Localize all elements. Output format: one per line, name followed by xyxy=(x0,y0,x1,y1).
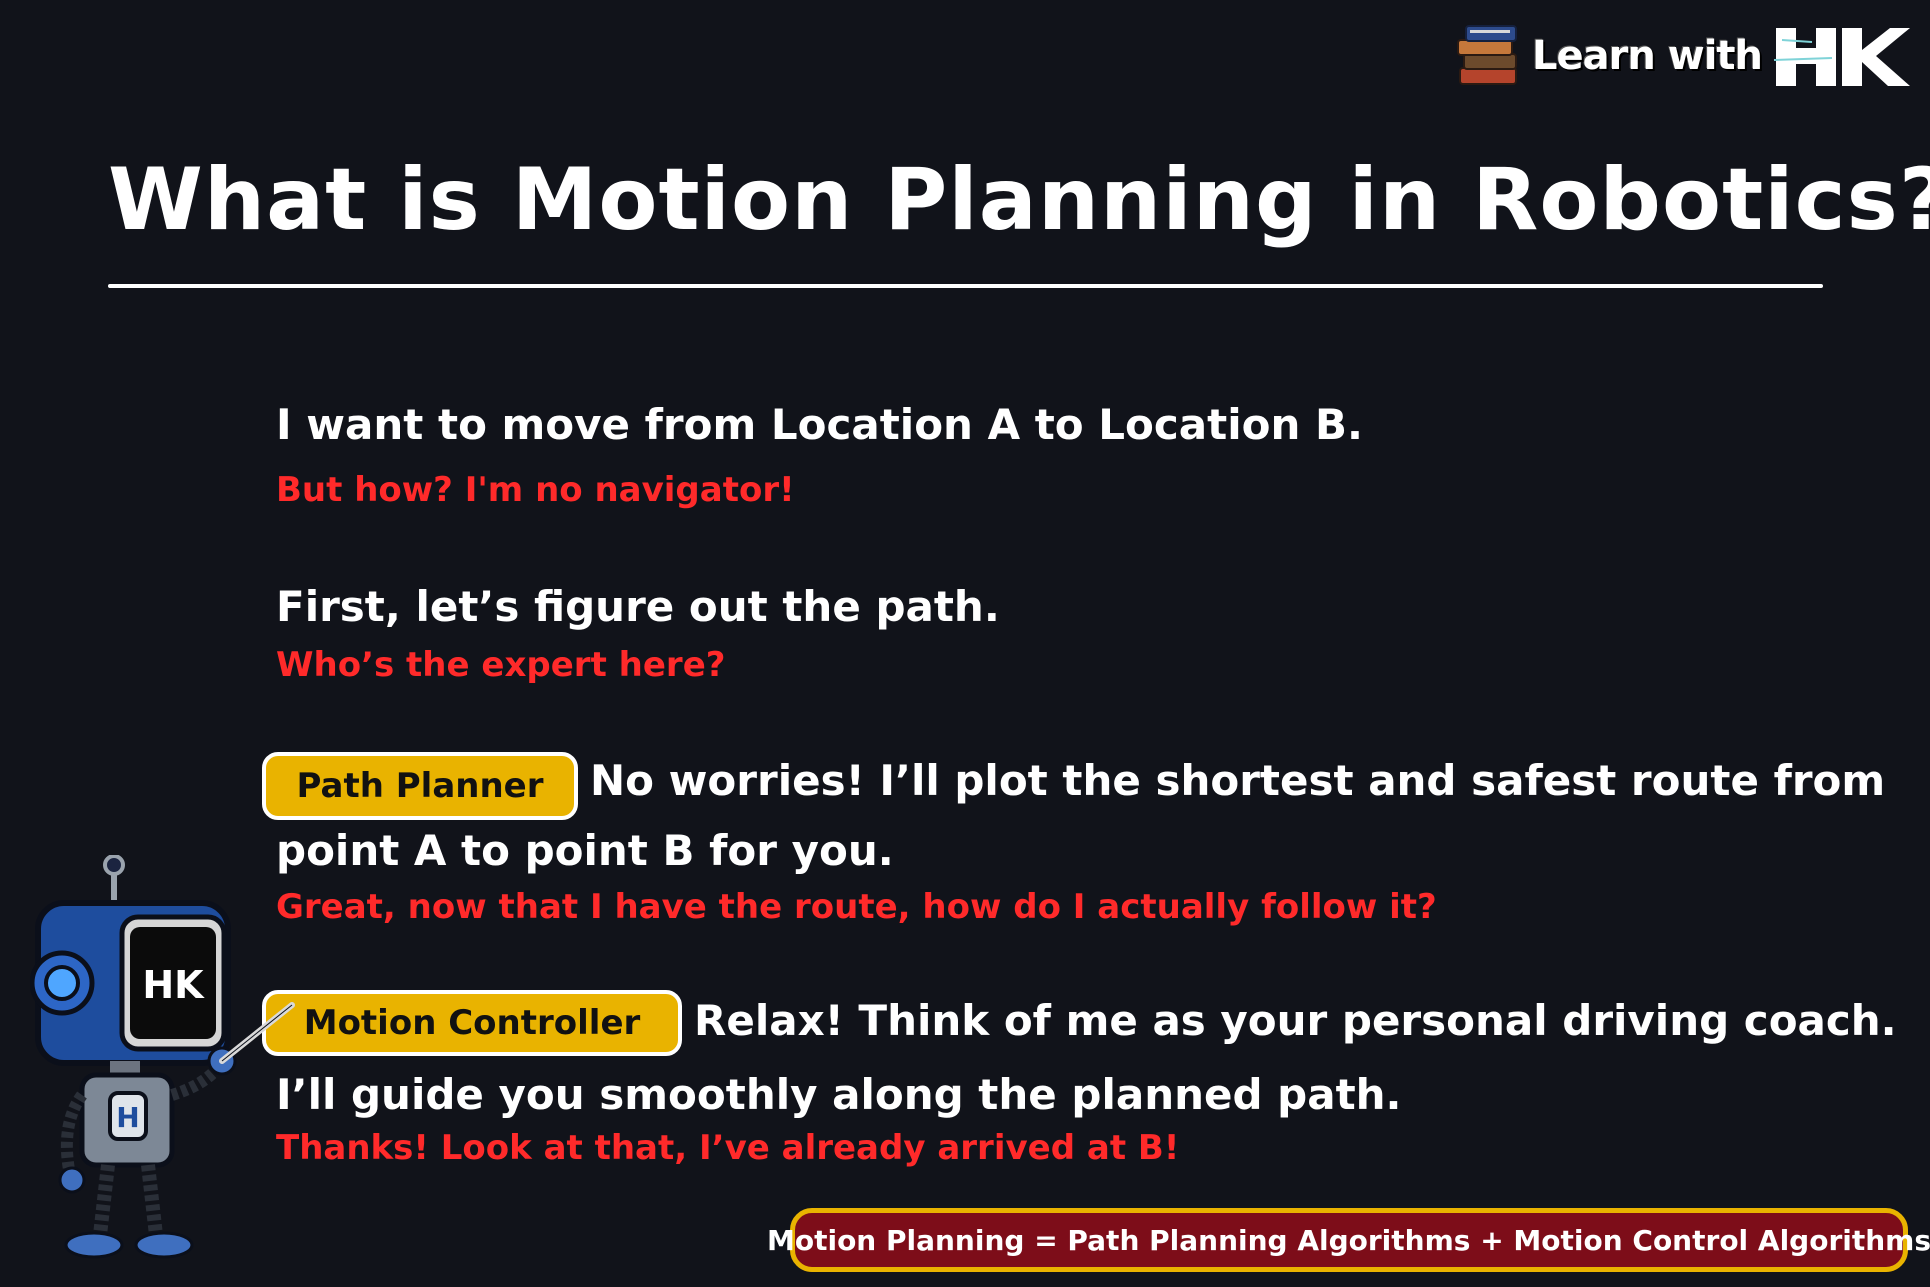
path-planner-badge: Path Planner xyxy=(262,752,578,820)
motion-controller-badge: Motion Controller xyxy=(262,990,682,1056)
dialogue-reply-3: Great, now that I have the route, how do… xyxy=(276,887,1437,927)
dialogue-reply-2: Who’s the expert here? xyxy=(276,645,726,685)
formula-box: Motion Planning = Path Planning Algorith… xyxy=(767,1208,1930,1272)
controller-line-b: I’ll guide you smoothly along the planne… xyxy=(276,1070,1402,1119)
dialogue-line-2: First, let’s figure out the path. xyxy=(276,582,1000,631)
title-underline xyxy=(108,284,1823,288)
dialogue-reply-1: But how? I'm no navigator! xyxy=(276,470,795,510)
planner-line-a: No worries! I’ll plot the shortest and s… xyxy=(590,756,1886,805)
planner-line-b: point A to point B for you. xyxy=(276,826,894,875)
dialogue-line-1: I want to move from Location A to Locati… xyxy=(276,400,1363,449)
dialogue-reply-4: Thanks! Look at that, I’ve already arriv… xyxy=(276,1128,1180,1168)
controller-line-a: Relax! Think of me as your personal driv… xyxy=(694,996,1897,1045)
robot-screen-text: HK xyxy=(142,963,205,1007)
robot-mascot-icon: HK H xyxy=(30,855,295,1259)
brand-logo: Learn with xyxy=(1456,20,1912,92)
brand-text: Learn with xyxy=(1532,33,1763,79)
hk-logo-icon xyxy=(1773,28,1910,86)
page-title: What is Motion Planning in Robotics? xyxy=(108,150,1930,250)
robot-chest-text: H xyxy=(116,1101,139,1134)
books-icon xyxy=(1457,25,1517,85)
